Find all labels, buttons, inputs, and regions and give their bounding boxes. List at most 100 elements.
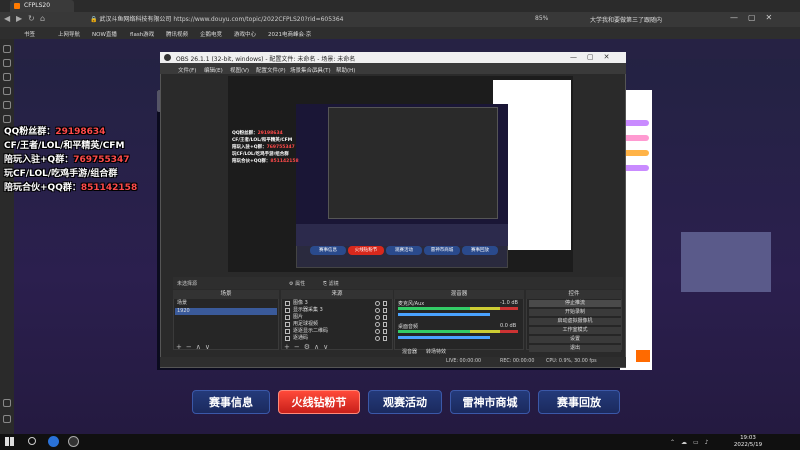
- sidebar-history-icon[interactable]: [3, 59, 11, 67]
- bookmark-item[interactable]: flash游戏: [130, 30, 154, 38]
- obs-menu-item[interactable]: 文件(F): [178, 66, 196, 74]
- audio-meter: [398, 330, 518, 333]
- preview-nested-buttons: 赛事信息 火线钻粉节 观赛活动 雷神市商城 赛事回放: [310, 246, 505, 256]
- sidebar-note-icon[interactable]: [3, 101, 11, 109]
- sources-dock-header: 来源: [281, 290, 393, 299]
- start-recording-button[interactable]: 开始录制: [529, 309, 621, 316]
- overlay-line: QQ粉丝群：29198634: [4, 127, 106, 137]
- image-source-icon: [285, 315, 290, 320]
- site-favicon-icon: [14, 3, 20, 9]
- sidebar-settings-icon[interactable]: [3, 415, 11, 423]
- source-item[interactable]: 图片: [283, 314, 391, 321]
- taskbar-clock[interactable]: 19:03 2022/5/19: [733, 435, 763, 449]
- volume-slider[interactable]: [398, 336, 490, 339]
- obs-menu-item[interactable]: 配置文件(P): [256, 66, 286, 74]
- tab-mixer[interactable]: 混音器: [402, 348, 417, 355]
- viewing-event-button[interactable]: 观赛活动: [368, 390, 442, 414]
- forward-icon[interactable]: ▶: [16, 14, 22, 23]
- preview-button: 火线钻粉节: [348, 246, 384, 255]
- window-controls[interactable]: —▢✕: [730, 13, 782, 22]
- clock-date: 2022/5/19: [733, 442, 763, 448]
- replay-button[interactable]: 赛事回放: [538, 390, 620, 414]
- exit-button[interactable]: 退出: [529, 345, 621, 352]
- url-field[interactable]: 🔒 武汉斗鱼网络科技有限公司 https://www.douyu.com/top…: [90, 14, 510, 25]
- image-source-icon: [285, 301, 290, 306]
- source-item[interactable]: 用足球视频: [283, 321, 391, 328]
- sidebar-search-icon[interactable]: [3, 87, 11, 95]
- stop-streaming-button[interactable]: 停止推流: [529, 300, 621, 307]
- obs-menu-item[interactable]: 编辑(E): [204, 66, 223, 74]
- overlay-line: 玩CF/LOL/吃鸡手游/组合群: [4, 169, 118, 179]
- bookmark-item[interactable]: NOW直播: [92, 30, 117, 38]
- start-virtual-camera-button[interactable]: 启动虚拟摄像机: [529, 318, 621, 325]
- sidebar-game-icon[interactable]: [3, 115, 11, 123]
- source-item[interactable]: 逐通码: [283, 335, 391, 342]
- audio-meter: [398, 307, 518, 310]
- sources-toolbar[interactable]: +−⚙∧∨: [284, 343, 332, 351]
- bookmarks-bar: 书签 上网导航 NOW直播 flash游戏 腾讯视频 企鹅电竞 游戏中心 202…: [0, 27, 800, 39]
- tab-title: CFPLS20: [24, 2, 51, 9]
- visibility-icon: [375, 336, 380, 341]
- settings-button[interactable]: 设置: [529, 336, 621, 343]
- mixer-channel-db: 0.0 dB: [500, 323, 517, 329]
- studio-mode-button[interactable]: 工作室模式: [529, 327, 621, 334]
- mixer-channel-label: 桌面音频: [398, 324, 419, 330]
- sidebar-add-icon[interactable]: [3, 399, 11, 407]
- lock-icon: 🔒: [90, 16, 98, 23]
- system-tray-icons[interactable]: ⌃☁▭♪: [670, 439, 715, 446]
- sidebar-download-icon[interactable]: [3, 73, 11, 81]
- reload-icon[interactable]: ↻: [28, 14, 35, 23]
- source-item[interactable]: 显示器采集 3: [283, 307, 391, 314]
- browser-tab[interactable]: CFPLS20: [10, 0, 74, 12]
- windows-start-icon[interactable]: [5, 437, 14, 446]
- bookmark-item[interactable]: 书签: [24, 30, 35, 38]
- obs-menu-item[interactable]: 视图(V): [230, 66, 249, 74]
- overlay-line: 陪玩入驻+Q群：769755347: [4, 155, 130, 165]
- preview-nested-docks: [296, 224, 508, 246]
- properties-button[interactable]: ⚙ 属性: [289, 280, 305, 287]
- preview-button: 观赛活动: [386, 246, 422, 255]
- source-item[interactable]: 图像 3: [283, 300, 391, 307]
- scenes-dock-header: 场景: [173, 290, 279, 299]
- bookmark-item[interactable]: 腾讯视频: [166, 30, 188, 38]
- mixer-channel-db: -1.0 dB: [500, 300, 518, 306]
- obs-menu-bar: 文件(F) 编辑(E) 视图(V) 配置文件(P) 场景集合(S) 工具(T) …: [160, 63, 626, 74]
- back-icon[interactable]: ◀: [4, 14, 10, 23]
- browser-tab-bar: [0, 0, 800, 12]
- text-source-icon: [285, 329, 290, 334]
- browser-app-icon[interactable]: [48, 436, 59, 447]
- tab-transitions[interactable]: 转场特效: [426, 348, 446, 355]
- scenes-toolbar[interactable]: +−∧∨: [176, 343, 214, 351]
- scene-item[interactable]: 1920: [175, 308, 277, 315]
- home-icon[interactable]: ⌂: [40, 14, 45, 23]
- obs-menu-item[interactable]: 帮助(H): [336, 66, 355, 74]
- search-icon[interactable]: [28, 437, 36, 445]
- bookmark-item[interactable]: 企鹅电竞: [200, 30, 222, 38]
- sidebar-star-icon[interactable]: [3, 45, 11, 53]
- extension-text[interactable]: 大学我和要做第三了跟随内: [590, 15, 662, 24]
- obs-menu-item[interactable]: 工具(T): [312, 66, 331, 74]
- volume-slider[interactable]: [398, 313, 490, 316]
- obs-window-controls[interactable]: —▢✕: [570, 53, 619, 61]
- visibility-icon: [375, 315, 380, 320]
- mixer-channel-label: 麦克风/Aux: [398, 301, 425, 307]
- bookmark-item[interactable]: 游戏中心: [234, 30, 256, 38]
- obs-logo-icon: [164, 54, 171, 61]
- chat-badge: [623, 135, 649, 141]
- obs-app-icon[interactable]: [68, 436, 79, 447]
- fan-festival-button[interactable]: 火线钻粉节: [278, 390, 360, 414]
- bookmark-item[interactable]: 2021电商峰会·京: [268, 30, 311, 38]
- filters-button[interactable]: ⎘ 滤镜: [323, 280, 339, 287]
- bookmark-item[interactable]: 上网导航: [58, 30, 80, 38]
- scene-item[interactable]: 场景: [175, 300, 277, 307]
- chat-badge: [623, 120, 649, 126]
- obs-status-bar: LIVE: 00:00:00 REC: 00:00:00 CPU: 0.9%, …: [160, 357, 626, 367]
- send-button[interactable]: [636, 350, 650, 362]
- source-item[interactable]: 逐逐显示二维码: [283, 328, 391, 335]
- image-source-icon: [285, 322, 290, 327]
- mall-button[interactable]: 雷神市商城: [450, 390, 530, 414]
- obs-title: OBS 26.1.1 (32-bit, windows) - 配置文件: 未命名…: [176, 56, 356, 63]
- event-info-button[interactable]: 赛事信息: [192, 390, 270, 414]
- zoom-level[interactable]: 85%: [535, 15, 548, 22]
- preview-button: 赛事信息: [310, 246, 346, 255]
